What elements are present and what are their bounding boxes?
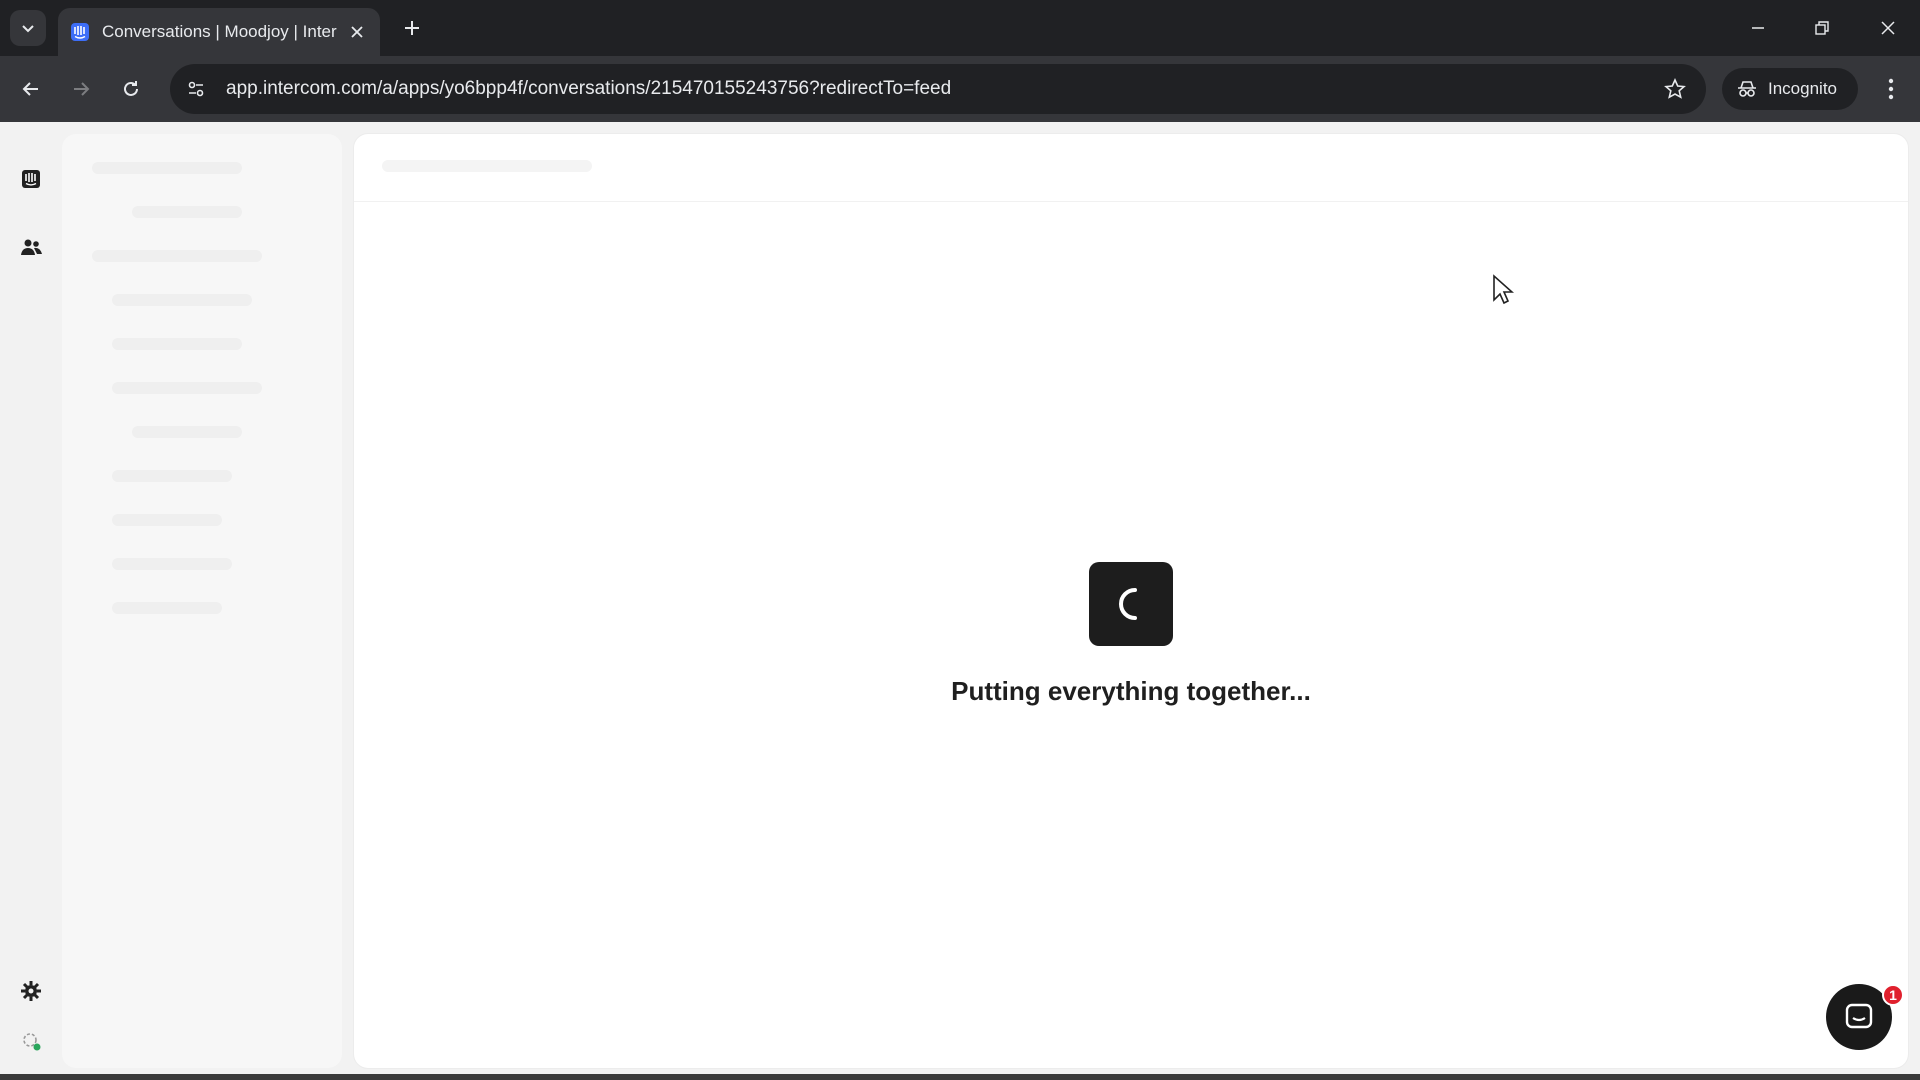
skeleton-line [112, 338, 242, 350]
incognito-label: Incognito [1768, 79, 1837, 98]
forward-button[interactable] [64, 72, 98, 106]
reload-icon [124, 81, 138, 96]
skeleton-line [132, 206, 242, 218]
browser-tabstrip: Conversations | Moodjoy | Inter [0, 0, 1920, 56]
close-window-button[interactable] [1868, 10, 1908, 46]
minimize-button[interactable] [1738, 10, 1778, 46]
intercom-app: Putting everything together... 1 [0, 122, 1920, 1080]
plus-icon [405, 21, 419, 35]
back-button[interactable] [14, 72, 48, 106]
skeleton-line [112, 514, 222, 526]
mouse-cursor-icon [1493, 274, 1514, 305]
notification-badge: 1 [1882, 984, 1904, 1006]
skeleton-line [112, 558, 232, 570]
main-header-skeleton [354, 134, 1908, 202]
skeleton-line [112, 382, 262, 394]
close-icon [1881, 21, 1895, 35]
url-text: app.intercom.com/a/apps/yo6bpp4f/convers… [226, 78, 952, 99]
restore-button[interactable] [1802, 10, 1842, 46]
chevron-down-icon [22, 25, 34, 33]
inbox-icon[interactable] [14, 162, 48, 196]
skeleton-line [92, 162, 242, 174]
skeleton-line [112, 470, 232, 482]
skeleton-line [382, 160, 592, 172]
new-tab-button[interactable] [396, 12, 428, 44]
tab-search-button[interactable] [10, 10, 46, 46]
restore-icon [1815, 21, 1829, 35]
tab-title: Conversations | Moodjoy | Inter [102, 22, 337, 41]
browser-tab-active[interactable]: Conversations | Moodjoy | Inter [58, 8, 380, 56]
skeleton-line [112, 294, 252, 306]
contacts-icon[interactable] [14, 230, 48, 264]
left-rail [0, 122, 62, 1080]
loading-text: Putting everything together... [951, 676, 1311, 706]
more-vertical-icon [1888, 78, 1894, 100]
skeleton-line [92, 250, 262, 262]
reload-button[interactable] [114, 72, 148, 106]
status-icon[interactable] [14, 1024, 48, 1058]
arrow-left-icon [22, 82, 38, 96]
address-bar[interactable]: app.intercom.com/a/apps/yo6bpp4f/convers… [170, 64, 1706, 114]
conversations-sidebar-skeleton [62, 134, 342, 1068]
chat-icon [1845, 1003, 1873, 1029]
intercom-logo-icon [70, 22, 90, 42]
taskbar-edge [0, 1074, 1920, 1080]
site-info-icon[interactable] [174, 67, 218, 111]
settings-icon[interactable] [14, 974, 48, 1008]
incognito-indicator[interactable]: Incognito [1722, 68, 1858, 110]
minimize-icon [1752, 27, 1764, 29]
arrow-right-icon [74, 82, 90, 96]
loading-indicator: Putting everything together... [354, 562, 1908, 707]
bookmark-star-icon[interactable] [1660, 74, 1690, 104]
close-tab-icon[interactable] [346, 21, 368, 43]
browser-toolbar: app.intercom.com/a/apps/yo6bpp4f/convers… [0, 56, 1920, 122]
spinner-icon [1089, 562, 1173, 646]
incognito-icon [1738, 81, 1756, 97]
skeleton-line [112, 602, 222, 614]
skeleton-line [132, 426, 242, 438]
browser-menu-button[interactable] [1874, 72, 1908, 106]
main-panel: Putting everything together... [354, 134, 1908, 1068]
